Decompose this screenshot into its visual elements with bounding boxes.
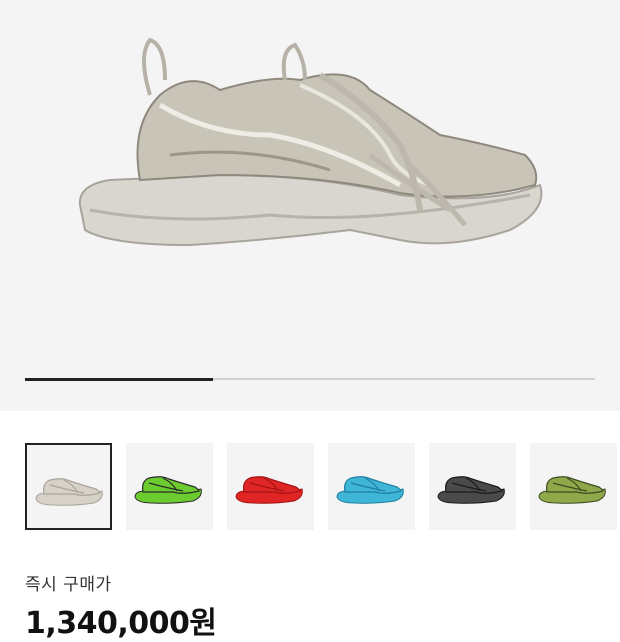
thumbnail-strip	[25, 443, 620, 533]
thumbnail-5[interactable]	[429, 443, 516, 530]
sneaker-thumbnail-icon	[35, 478, 103, 506]
thumbnail-1[interactable]	[25, 443, 112, 530]
sneaker-thumbnail-icon	[235, 476, 303, 504]
thumbnail-2[interactable]	[126, 443, 213, 530]
sneaker-thumbnail-icon	[538, 476, 606, 504]
thumbnail-6[interactable]	[530, 443, 617, 530]
carousel-progress-track	[25, 377, 595, 381]
instant-buy-price: 1,340,000원	[25, 606, 217, 641]
carousel-progress-fill	[25, 377, 214, 381]
instant-buy-label: 즉시 구매가	[25, 575, 112, 595]
product-image-carousel[interactable]	[0, 0, 620, 411]
sneaker-image	[78, 37, 543, 247]
sneaker-thumbnail-icon	[437, 476, 505, 504]
sneaker-thumbnail-icon	[336, 476, 404, 504]
thumbnail-3[interactable]	[227, 443, 314, 530]
sneaker-thumbnail-icon	[134, 476, 202, 504]
thumbnail-4[interactable]	[328, 443, 415, 530]
